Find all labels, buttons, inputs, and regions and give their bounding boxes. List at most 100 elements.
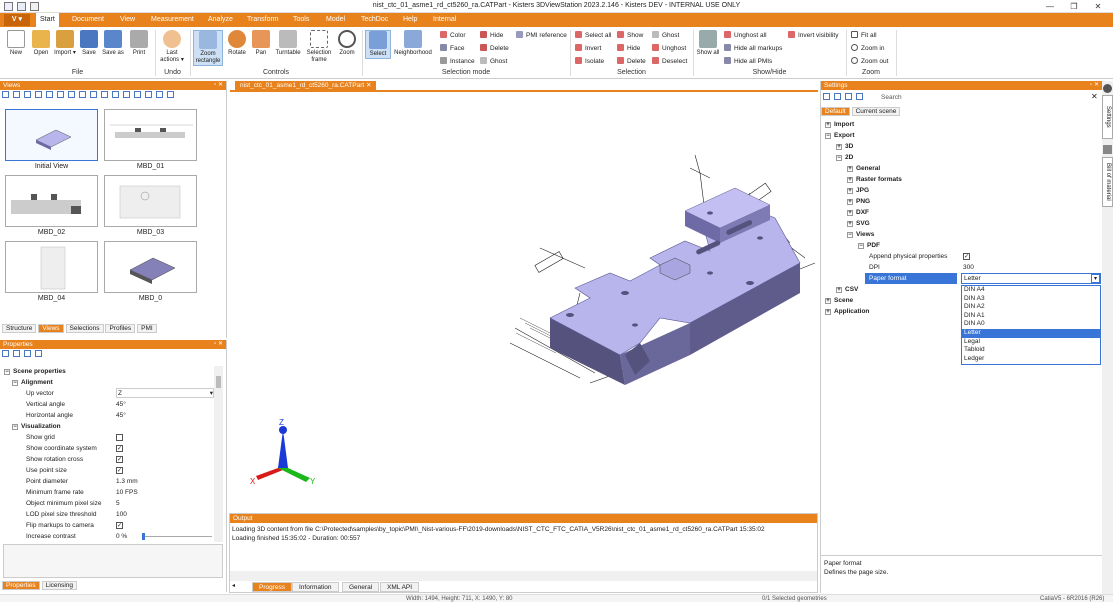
dropdown-option[interactable]: Letter	[962, 328, 1100, 338]
tree-item[interactable]: + Raster formats	[825, 174, 1103, 185]
expand-icon[interactable]: +	[836, 144, 842, 150]
tab-start[interactable]: Start	[36, 13, 59, 27]
view-thumbnail-mbd01[interactable]	[104, 109, 197, 161]
point-diameter-value[interactable]: 1.3 mm	[116, 476, 138, 487]
lod-threshold-value[interactable]: 100	[116, 509, 127, 520]
dropdown-option[interactable]: DIN A0	[962, 320, 1100, 329]
view-tool-icon[interactable]	[24, 91, 31, 98]
scroll-left-icon[interactable]: ◂	[232, 582, 235, 589]
tree-item[interactable]: −2D	[825, 152, 1103, 163]
ghost-button[interactable]: Ghost	[652, 30, 679, 41]
setting-row[interactable]: DPI 300	[825, 262, 1103, 273]
tab-xml-api[interactable]: XML API	[380, 582, 420, 592]
color-button[interactable]: Color	[440, 30, 466, 41]
close-tab-icon[interactable]: ✕	[366, 82, 371, 89]
view-tool-icon[interactable]	[134, 91, 141, 98]
view-thumbnail-mbd0[interactable]	[104, 241, 197, 293]
minimize-icon[interactable]: —	[1042, 1, 1058, 12]
tree-item[interactable]: + JPG	[825, 185, 1103, 196]
contrast-value[interactable]: 0 %	[116, 531, 127, 542]
dpi-value[interactable]: 300	[963, 262, 974, 273]
expand-icon[interactable]: +	[836, 287, 842, 293]
paper-format-combobox[interactable]: Letter ▾	[961, 273, 1101, 284]
new-button[interactable]: New	[3, 30, 29, 57]
collapse-all-icon[interactable]	[13, 350, 20, 357]
tab-help[interactable]: Help	[399, 13, 421, 27]
view-thumbnail-mbd03[interactable]	[104, 175, 197, 227]
select-button[interactable]: Select	[365, 30, 391, 59]
print-button[interactable]: Print	[126, 30, 152, 57]
collapse-all-icon[interactable]	[834, 93, 841, 100]
view-tool-icon[interactable]	[167, 91, 174, 98]
show-button[interactable]: Show	[617, 30, 643, 41]
import-button[interactable]: Import ▾	[52, 30, 78, 57]
tab-properties[interactable]: Properties	[2, 581, 40, 590]
settings-tool-icon[interactable]	[856, 93, 863, 100]
expand-all-icon[interactable]	[823, 93, 830, 100]
select-all-button[interactable]: Select all	[575, 30, 611, 41]
3d-viewport[interactable]: Z X Y	[230, 93, 818, 509]
side-tab-settings[interactable]: Settings	[1102, 95, 1113, 139]
gear-icon[interactable]	[1103, 84, 1112, 93]
invert-visibility-button[interactable]: Invert visibility	[788, 30, 838, 41]
tab-internal[interactable]: Internal	[429, 13, 460, 27]
properties-scrollbar[interactable]	[214, 366, 223, 542]
hide-button[interactable]: Hide	[617, 43, 640, 54]
point-size-checkbox[interactable]: ✓	[116, 467, 123, 474]
tab-view[interactable]: View	[116, 13, 139, 27]
append-physical-properties-checkbox[interactable]: ✓	[963, 253, 970, 260]
rotate-button[interactable]: Rotate	[224, 30, 250, 57]
contrast-slider[interactable]	[142, 536, 212, 537]
view-tool-icon[interactable]	[145, 91, 152, 98]
property-tool-icon[interactable]	[35, 350, 42, 357]
chevron-down-icon[interactable]: ▾	[1091, 274, 1100, 283]
collapse-icon[interactable]: −	[858, 243, 864, 249]
tab-document[interactable]: Document	[68, 13, 108, 27]
view-tool-icon[interactable]	[46, 91, 53, 98]
collapse-icon[interactable]: −	[825, 133, 831, 139]
neighborhood-button[interactable]: Neighborhood	[391, 30, 435, 57]
tree-item[interactable]: + SVG	[825, 218, 1103, 229]
unghost-all-button[interactable]: Unghost all	[724, 30, 767, 41]
tab-techdoc[interactable]: TechDoc	[357, 13, 392, 27]
expand-icon[interactable]: +	[847, 188, 853, 194]
frame-rate-value[interactable]: 10 FPS	[116, 487, 138, 498]
expand-icon[interactable]: +	[847, 166, 853, 172]
open-button[interactable]: Open	[28, 30, 54, 57]
view-tool-icon[interactable]	[13, 91, 20, 98]
tree-item[interactable]: + Import	[825, 119, 1103, 130]
view-tool-icon[interactable]	[2, 91, 9, 98]
tree-item[interactable]: + PNG	[825, 196, 1103, 207]
search-input[interactable]: Search	[881, 94, 902, 101]
expand-icon[interactable]: +	[847, 177, 853, 183]
tree-item[interactable]: + DXF	[825, 207, 1103, 218]
dropdown-option[interactable]: Ledger	[962, 355, 1100, 364]
turntable-button[interactable]: Turntable	[273, 30, 303, 57]
contrast-slider-handle[interactable]	[142, 533, 145, 540]
tab-current-scene[interactable]: Current scene	[851, 107, 901, 116]
expand-all-icon[interactable]	[2, 350, 9, 357]
expand-icon[interactable]: +	[825, 309, 831, 315]
selection-frame-button[interactable]: Selection frame	[304, 30, 334, 64]
last-actions-button[interactable]: Last actions ▾	[158, 30, 186, 64]
tab-profiles[interactable]: Profiles	[105, 324, 136, 333]
isolate-button[interactable]: Isolate	[575, 56, 604, 67]
rotation-cross-checkbox[interactable]: ✓	[116, 456, 123, 463]
view-thumbnail-mbd02[interactable]	[5, 175, 98, 227]
tab-licensing[interactable]: Licensing	[41, 581, 78, 590]
tab-structure[interactable]: Structure	[2, 324, 37, 333]
delete-button[interactable]: Delete	[617, 56, 646, 67]
hide-all-pmis-button[interactable]: Hide all PMIs	[724, 56, 772, 67]
fit-all-button[interactable]: Fit all	[851, 30, 877, 41]
dropdown-option[interactable]: Tabloid	[962, 346, 1100, 355]
tab-tools[interactable]: Tools	[289, 13, 313, 27]
ghost-mode-button[interactable]: Ghost	[480, 56, 507, 67]
property-tool-icon[interactable]	[24, 350, 31, 357]
tree-item[interactable]: − PDF	[825, 240, 1103, 251]
up-vector-select[interactable]: Z ▾	[116, 388, 214, 398]
view-tool-icon[interactable]	[90, 91, 97, 98]
tree-item[interactable]: + General	[825, 163, 1103, 174]
view-tool-icon[interactable]	[35, 91, 42, 98]
tab-analyze[interactable]: Analyze	[204, 13, 237, 27]
view-tool-icon[interactable]	[156, 91, 163, 98]
